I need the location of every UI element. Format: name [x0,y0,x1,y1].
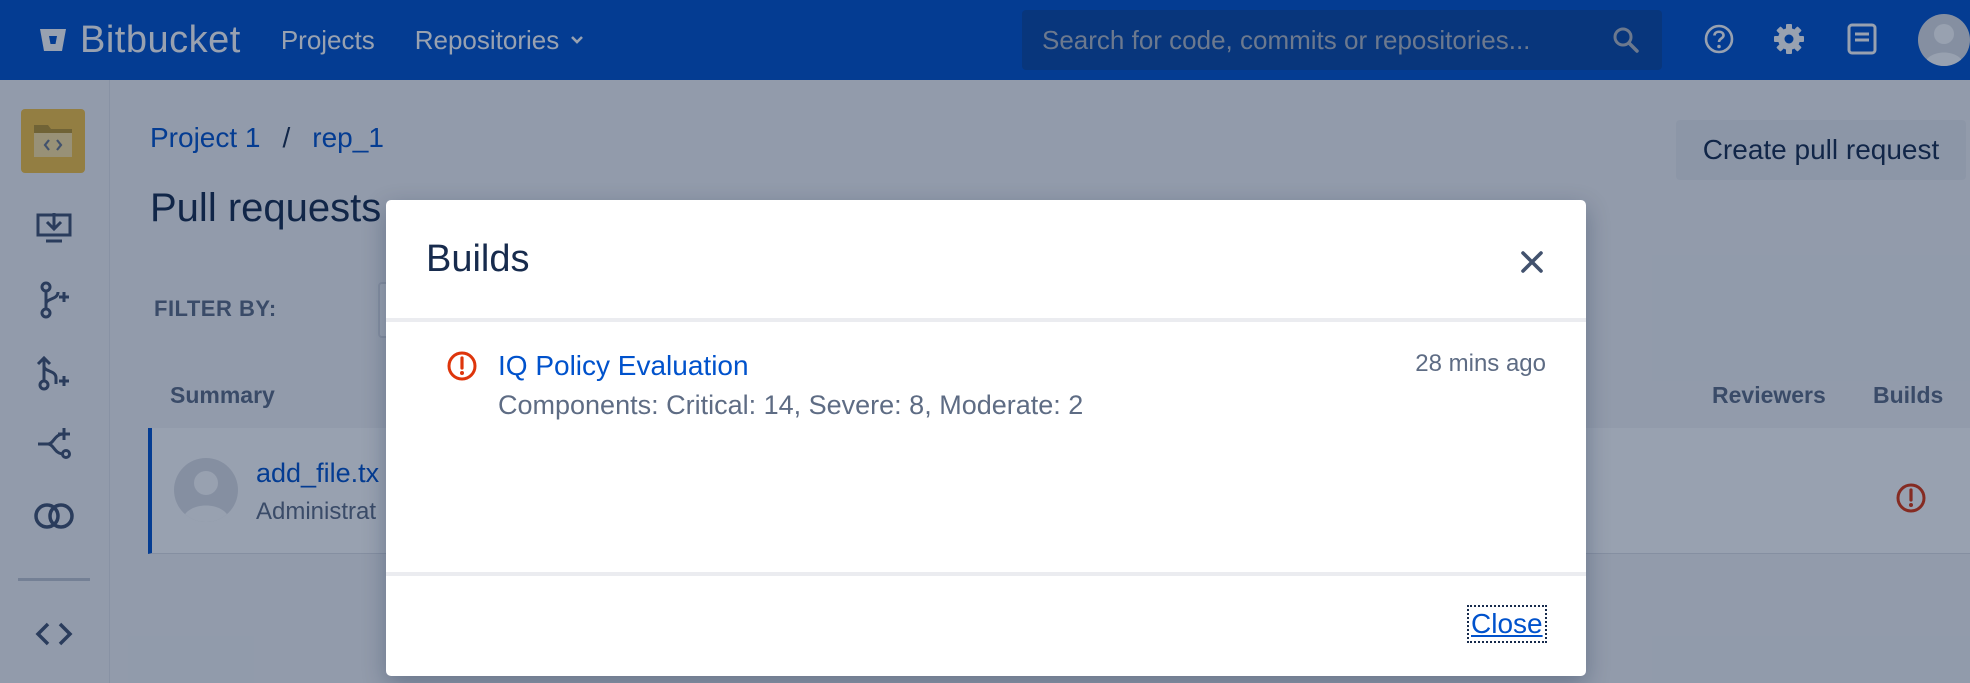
dialog-close-button[interactable] [1512,242,1552,282]
build-timestamp: 28 mins ago [1415,350,1546,377]
build-name-link[interactable]: IQ Policy Evaluation [498,350,749,382]
build-description: Components: Critical: 14, Severe: 8, Mod… [498,390,1084,420]
dialog-title: Builds [426,238,530,280]
close-icon [1521,251,1543,273]
close-link[interactable]: Close [1467,605,1547,643]
dialog-footer [386,572,1586,676]
build-failed-icon [447,351,477,381]
dialog-header: Builds [386,200,1586,322]
builds-dialog: Builds IQ Policy Evaluation 28 mins ago … [386,200,1586,676]
